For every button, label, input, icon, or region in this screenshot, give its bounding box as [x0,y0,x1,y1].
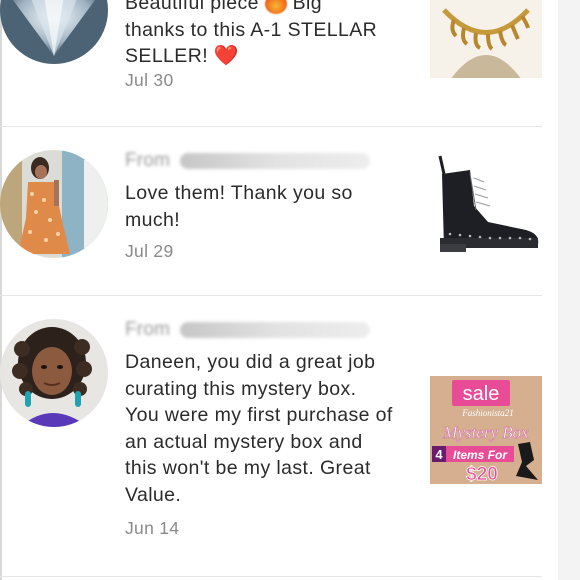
reviewer-avatar[interactable] [0,0,108,64]
review-date: Jul 29 [125,241,174,261]
heart-emoji-icon: ❤️ [213,45,240,67]
woman-curly-hair-avatar-image [0,319,108,427]
review-message-rest: thanks to this A-1 STELLAR SELLER! [125,18,378,68]
reviews-feed: Beautiful piece Big thanks to this A-1 S… [0,0,558,580]
thumb-price-text: $20 [466,464,498,484]
review-message-line: You were my first purchase of [125,404,393,426]
blurred-username[interactable] [179,321,370,338]
review-message-line: an actual mystery box and [125,430,363,453]
listing-thumbnail[interactable] [430,0,542,78]
thumb-title-text: Mystery Box [442,423,529,442]
page-right-margin [558,0,580,580]
thumb-offer-text: Items For [453,448,508,462]
thumb-brand-text: Fashionista21 [461,408,514,418]
reviewer-avatar[interactable] [0,150,108,258]
from-prefix: From [125,150,171,171]
reviewer-avatar[interactable] [0,319,108,427]
review-item-3: From Daneen, you did a great job curatin… [0,296,558,576]
review-item-2: From Love them! Thank you so much! Jul 2… [0,127,558,295]
thumb-sale-text: sale [463,383,500,405]
review-divider [0,576,542,577]
review-message-line: this won't be my last. Great [125,457,371,479]
review-message: Beautiful piece Big thanks to this A-1 S… [125,0,415,70]
from-prefix: From [125,319,171,340]
mystery-box-sale-thumbnail-image: sale Fashionista21 Mystery Box 4 Items F… [430,376,542,484]
review-message: Daneen, you did a great job curating thi… [125,349,415,508]
review-item-1: Beautiful piece Big thanks to this A-1 S… [0,0,558,126]
listing-thumbnail[interactable] [430,152,542,260]
review-date: Jun 14 [125,518,180,538]
blurred-username[interactable] [179,152,370,169]
listing-thumbnail[interactable]: sale Fashionista21 Mystery Box 4 Items F… [430,376,542,484]
review-from-label: From [125,319,370,341]
review-message-line: Love them! Thank you so [125,182,353,204]
review-message-line: curating this mystery box. [125,377,357,400]
diamond-avatar-image [0,0,108,64]
thumb-count-text: 4 [435,447,443,462]
black-lace-up-boot-thumbnail-image [430,152,542,260]
review-message-line: Value. [125,483,182,506]
review-message-line: much! [125,208,181,231]
gold-necklace-thumbnail-image [430,0,542,78]
review-from-label: From [125,150,370,172]
review-message: Love them! Thank you so much! [125,180,415,233]
woman-orange-dress-avatar-image [0,150,108,258]
review-date: Jul 30 [125,70,174,90]
fire-emoji-icon [264,0,287,14]
review-message-line-partial: Beautiful piece [125,0,259,14]
review-message-line-after-emoji: Big [292,0,322,14]
review-message-line: Daneen, you did a great job [125,351,376,373]
